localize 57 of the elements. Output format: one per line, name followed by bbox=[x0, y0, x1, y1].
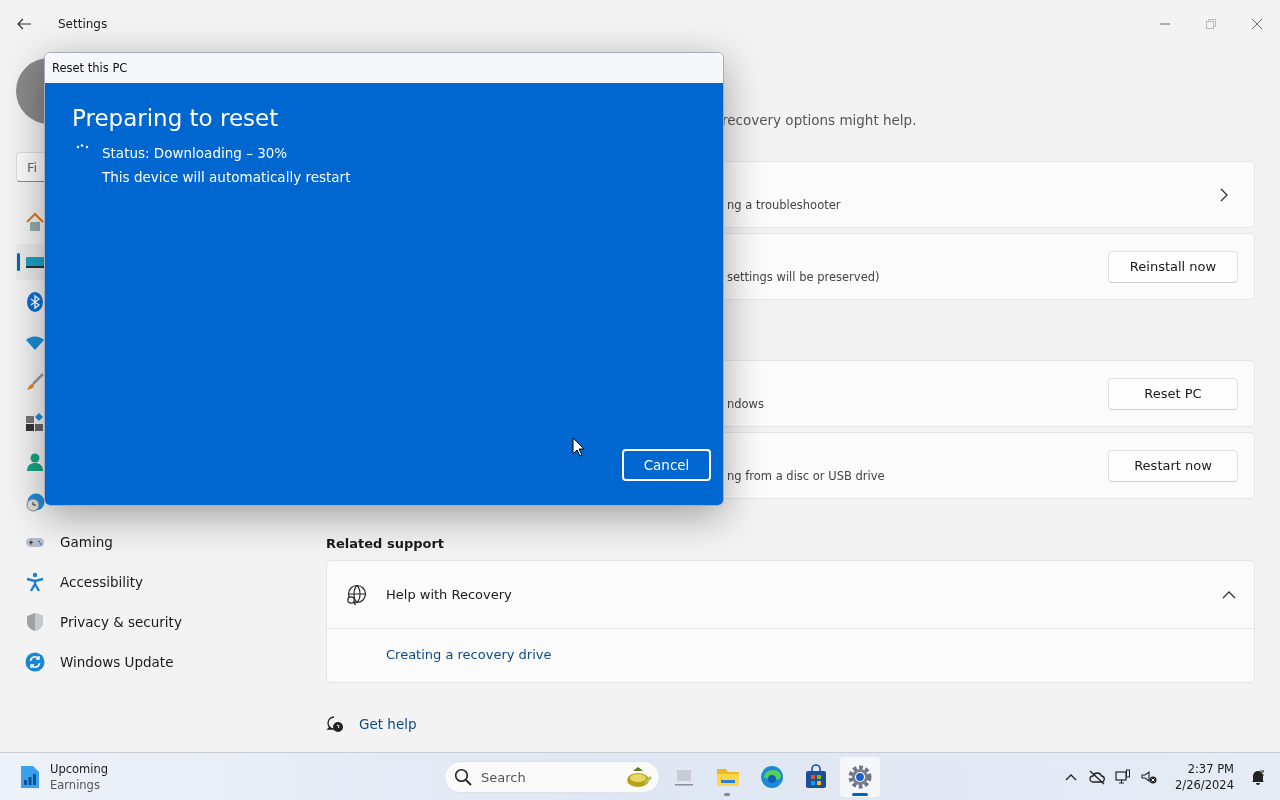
chart-icon[interactable] bbox=[20, 764, 40, 789]
option-description: ndows bbox=[727, 396, 765, 411]
update-icon bbox=[25, 652, 45, 672]
taskbar-app[interactable] bbox=[840, 757, 880, 797]
option-description: ng from a disc or USB drive bbox=[727, 468, 885, 483]
restart-note: This device will automatically restart bbox=[102, 169, 351, 185]
home-icon bbox=[25, 212, 45, 232]
selection-indicator bbox=[17, 253, 20, 271]
widget-title: Upcoming bbox=[50, 760, 109, 777]
accessibility-icon bbox=[25, 572, 45, 592]
sidebar-item[interactable]: Privacy & security bbox=[16, 604, 296, 640]
clock-date: 2/26/2024 bbox=[1175, 776, 1234, 793]
shield-icon bbox=[25, 612, 45, 632]
search-icon bbox=[454, 768, 472, 786]
sidebar-item[interactable]: Windows Update bbox=[16, 644, 296, 680]
taskbar-search[interactable]: Search bbox=[444, 761, 660, 793]
section-heading: Related support bbox=[326, 536, 446, 551]
dialog-title: Reset this PC bbox=[52, 61, 128, 75]
cancel-button[interactable]: Cancel bbox=[622, 449, 711, 481]
globe-search-icon bbox=[345, 583, 367, 606]
bluetooth-icon bbox=[25, 292, 45, 312]
network-icon[interactable] bbox=[1115, 768, 1132, 785]
help-chat-icon bbox=[326, 715, 344, 733]
chevron-up-icon[interactable] bbox=[1222, 589, 1236, 600]
search-field[interactable]: Search bbox=[479, 768, 603, 786]
cursor-icon bbox=[572, 437, 585, 457]
back-arrow-icon[interactable] bbox=[16, 16, 32, 32]
close-icon[interactable] bbox=[1251, 18, 1263, 30]
cloud-off-icon[interactable] bbox=[1089, 768, 1106, 785]
expander-title: Help with Recovery bbox=[386, 587, 512, 602]
option-description: settings will be preserved) bbox=[727, 269, 880, 284]
chevron-right-icon[interactable] bbox=[1218, 187, 1230, 202]
action-button[interactable]: Restart now bbox=[1108, 449, 1238, 482]
status-text: Status: Downloading – 30% bbox=[102, 145, 289, 161]
window-title: Settings bbox=[58, 17, 108, 31]
dialog-heading: Preparing to reset bbox=[72, 105, 280, 131]
help-link[interactable]: Get help bbox=[359, 716, 417, 732]
action-button[interactable]: Reinstall now bbox=[1108, 250, 1238, 283]
support-link[interactable]: Creating a recovery drive bbox=[386, 647, 552, 662]
running-indicator bbox=[724, 793, 730, 796]
sidebar-item[interactable]: Accessibility bbox=[16, 564, 296, 600]
browser-icon bbox=[759, 764, 785, 790]
pot-icon bbox=[625, 765, 653, 789]
person-icon bbox=[25, 452, 45, 472]
notification-bell-icon[interactable] bbox=[1250, 768, 1266, 785]
gear-icon bbox=[847, 764, 873, 790]
option-description: ng a troubleshooter bbox=[727, 197, 841, 212]
brush-icon bbox=[25, 372, 45, 392]
clock-time: 2:37 PM bbox=[1187, 760, 1234, 777]
action-button[interactable]: Reset PC bbox=[1108, 377, 1238, 410]
running-indicator bbox=[852, 793, 868, 796]
clock-globe-icon bbox=[25, 492, 45, 512]
widget-subtitle: Earnings bbox=[50, 776, 101, 793]
store-icon bbox=[803, 764, 829, 790]
sidebar-item[interactable]: Gaming bbox=[16, 524, 296, 560]
apps-icon bbox=[25, 412, 45, 432]
volume-muted-icon[interactable] bbox=[1141, 768, 1158, 785]
